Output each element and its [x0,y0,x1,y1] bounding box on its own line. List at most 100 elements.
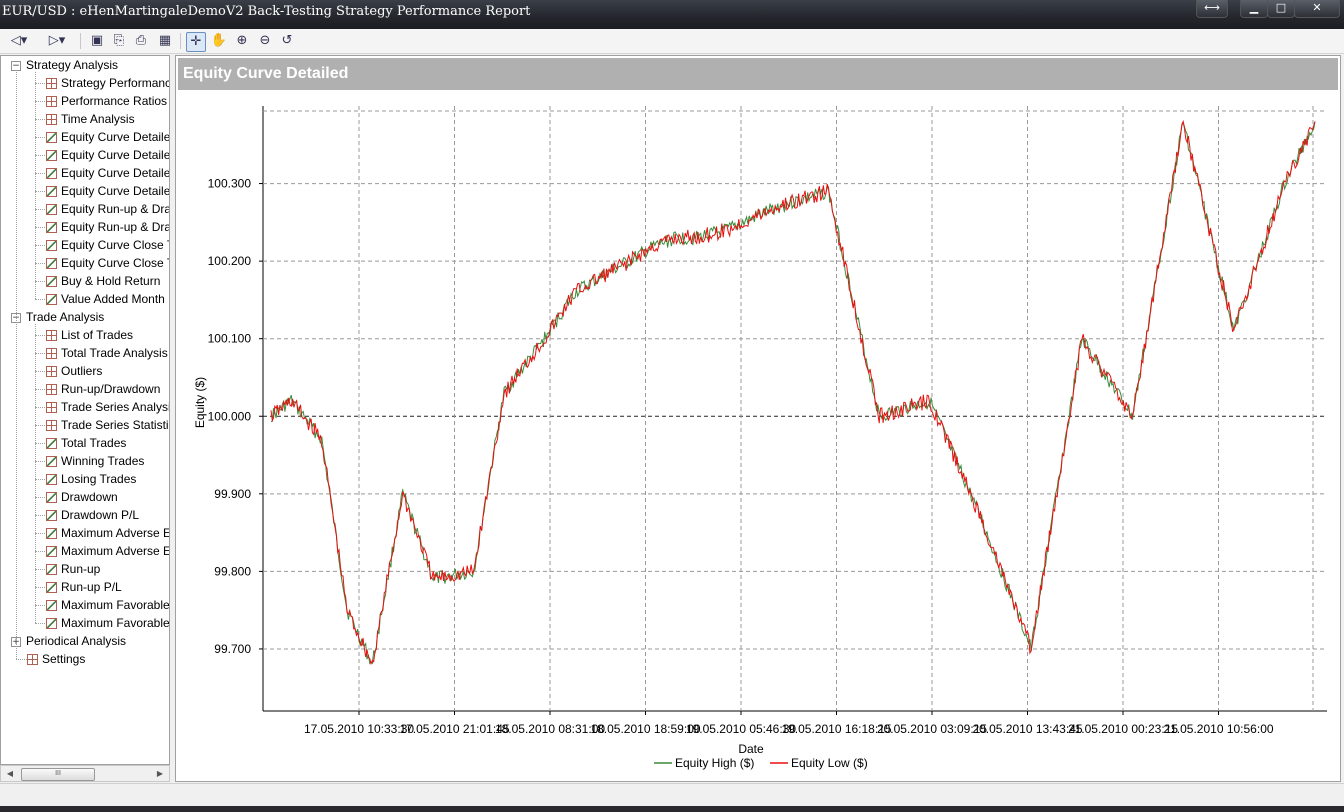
select-cursor-icon[interactable]: ✛ [186,32,206,52]
tree-item[interactable]: Winning Trades [61,452,144,470]
tree-item[interactable]: Run-up P/L [61,578,122,596]
back-arrow-icon[interactable]: ◁▾ [6,32,32,50]
tree-item[interactable]: Outliers [61,362,102,380]
tree-item[interactable]: Drawdown P/L [61,506,139,524]
tree-item[interactable]: Strategy Performanc [61,74,169,92]
tree-connector [35,479,45,480]
tree-connector [35,191,45,192]
tree-item[interactable]: Drawdown [61,488,118,506]
status-bar [0,783,1344,806]
zoom-in-icon[interactable]: ⊕ [233,32,251,50]
tree-group-1[interactable]: Trade Analysis [26,308,104,326]
chart-report-icon [46,186,57,197]
tree-connector [35,281,45,282]
tree-item[interactable]: Equity Curve Close T [61,236,169,254]
table-report-icon [46,420,57,431]
chart-report-icon [46,492,57,503]
tree-item[interactable]: Equity Curve Detaile [61,128,169,146]
window-title: EUR/USD : eHenMartingaleDemoV2 Back-Test… [2,4,531,19]
chart-report-icon [46,132,57,143]
tree-connector [35,623,45,624]
minimize-button[interactable]: ▁ [1240,0,1268,18]
tree-item[interactable]: Buy & Hold Return [61,272,160,290]
tree-group-2[interactable]: Periodical Analysis [26,632,126,650]
toolbar-separator [80,33,81,49]
tree-item[interactable]: Equity Curve Detaile [61,164,169,182]
legend-label-1: Equity Low ($) [791,756,868,770]
tree-connector [35,443,45,444]
hand-pan-icon[interactable]: ✋ [210,32,228,50]
navigation-tree[interactable]: − Strategy Analysis Strategy Performanc Per… [0,55,170,765]
report-panel: Equity Curve Detailed 99.700 99.800 99.900… [175,55,1341,782]
tree-item[interactable]: Maximum Adverse E [61,524,169,542]
tree-item-settings[interactable]: Settings [42,650,85,668]
x-tick-label: 17.05.2010 21:01:45 [399,722,509,736]
tree-connector [35,173,45,174]
tree-item[interactable]: Equity Run-up & Dra [61,200,169,218]
tree-item[interactable]: Maximum Favorable [61,596,169,614]
tree-connector [35,605,45,606]
tree-connector [35,533,45,534]
tree-item[interactable]: Total Trades [61,434,126,452]
table-icon[interactable]: ▦ [156,32,174,50]
tree-connector [35,407,45,408]
tree-item[interactable]: Trade Series Statistic [61,416,169,434]
reset-zoom-icon[interactable]: ↺ [278,32,296,50]
zoom-out-icon[interactable]: ⊖ [256,32,274,50]
scroll-left-icon[interactable]: ◀ [3,767,17,780]
tree-item[interactable]: Equity Curve Detaile [61,146,169,164]
restore-icon[interactable]: ⟷ [1196,0,1228,18]
tree-connector [35,425,45,426]
tree-group-0[interactable]: Strategy Analysis [26,56,118,74]
chart-report-icon [46,600,57,611]
tree-item[interactable]: Equity Curve Close T [61,254,169,272]
forward-arrow-icon[interactable]: ▷▾ [44,32,70,50]
y-tick-label: 100.300 [208,177,252,191]
tree-horizontal-scrollbar[interactable]: ◀ III ▶ [0,765,170,782]
x-tick-label: 18.05.2010 18:59:00 [590,722,700,736]
tree-connector [35,587,45,588]
x-tick-label: 21.05.2010 00:23:15 [1068,722,1178,736]
tree-item[interactable]: Value Added Month [61,290,165,308]
y-tick-label: 99.800 [214,564,251,578]
chart-report-icon [46,258,57,269]
tree-item[interactable]: Maximum Adverse E [61,542,169,560]
tree-item[interactable]: Equity Run-up & Dra [61,218,169,236]
save-icon[interactable]: ▣ [88,32,106,50]
tree-item[interactable]: Run-up/Drawdown [61,380,160,398]
tree-connector [35,551,45,552]
equity-curve-chart[interactable]: 99.700 99.800 99.900 100.000 100.100 100.200 1… [176,56,1340,781]
tree-item[interactable]: Trade Series Analysis [61,398,169,416]
tree-item[interactable]: Maximum Favorable [61,614,169,632]
close-button[interactable]: ✕ [1294,0,1340,18]
table-report-icon [46,96,57,107]
series-line-1 [270,119,1316,666]
y-tick-label: 100.200 [208,254,252,268]
tree-item[interactable]: Losing Trades [61,470,136,488]
print-icon[interactable]: ⎙ [132,32,150,50]
chart-report-icon [46,618,57,629]
tree-item[interactable]: Run-up [61,560,100,578]
series-line-0 [270,121,1316,665]
expander-icon[interactable]: − [11,61,21,71]
settings-report-icon [27,654,38,665]
tree-connector [35,245,45,246]
tree-item[interactable]: List of Trades [61,326,133,344]
table-report-icon [46,114,57,125]
x-tick-label: 18.05.2010 08:31:00 [495,722,605,736]
tree-item[interactable]: Performance Ratios [61,92,167,110]
y-tick-label: 100.100 [208,332,252,346]
table-report-icon [46,348,57,359]
maximize-button[interactable]: □ [1267,0,1295,18]
tree-connector [35,461,45,462]
tree-item[interactable]: Time Analysis [61,110,135,128]
scroll-thumb[interactable]: III [21,768,95,781]
x-axis-label: Date [738,742,764,756]
scroll-right-icon[interactable]: ▶ [153,767,167,780]
page-setup-icon[interactable]: ⎘ [110,32,128,50]
tree-item[interactable]: Equity Curve Detaile [61,182,169,200]
tree-connector [35,324,36,623]
tree-connector [35,497,45,498]
tree-item[interactable]: Total Trade Analysis [61,344,168,362]
x-tick-label: 19.05.2010 05:46:30 [686,722,796,736]
